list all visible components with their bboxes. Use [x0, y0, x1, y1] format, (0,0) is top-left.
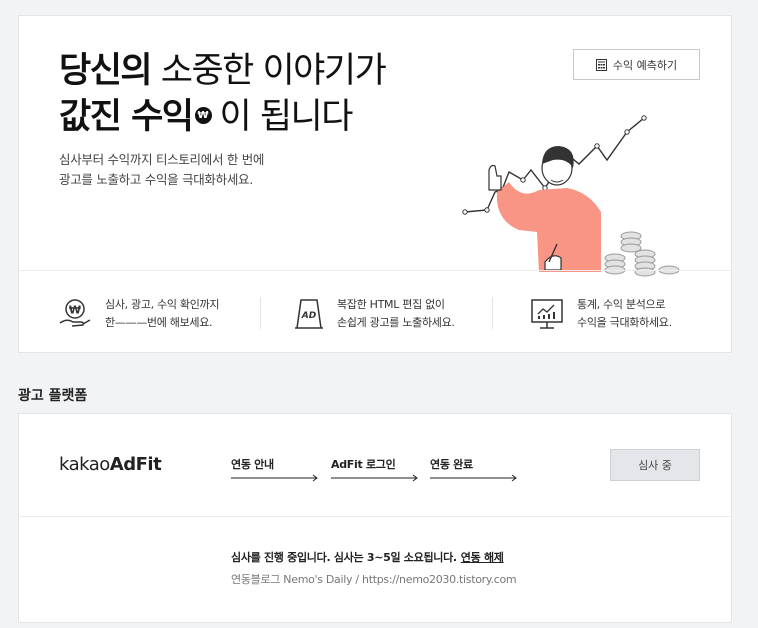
won-coin-icon: ₩ [194, 107, 212, 124]
calculator-icon [595, 58, 607, 71]
hand-coin-icon: ₩ [59, 299, 91, 327]
logo-kakao: kakao [59, 454, 110, 475]
feature-line: 한———번에 해보세요. [105, 316, 213, 329]
ad-board-text: AD [301, 311, 317, 321]
feature-line: 손쉽게 광고를 노출하세요. [337, 316, 455, 329]
hero-desc-line1: 심사부터 수익까지 티스토리에서 한 번에 [59, 152, 265, 167]
unlink-link[interactable]: 연동 해제 [461, 551, 504, 564]
kakao-adfit-logo: kakaoAdFit [59, 454, 162, 475]
status-text: 심사를 진행 중입니다. 심사는 3~5일 소요됩니다. [231, 551, 457, 564]
section-title-ad-platform: 광고 플랫폼 [18, 388, 88, 404]
feature-text: 심사, 광고, 수익 확인까지 한———번에 해보세요. [105, 296, 219, 332]
hero-divider [19, 270, 731, 271]
logo-adfit: AdFit [109, 454, 162, 475]
hero-title: 당신의 소중한 이야기가 값진 수익 ₩ 이 됩니다 [59, 48, 387, 140]
feature-line: 수익을 극대화하세요. [577, 316, 672, 329]
forecast-button[interactable]: 수익 예측하기 [573, 49, 700, 80]
feature-no-html: AD 복잡한 HTML 편집 없이 손쉽게 광고를 노출하세요. [289, 294, 455, 334]
feature-text: 통계, 수익 분석으로 수익을 극대화하세요. [577, 296, 672, 332]
step-arrow-icon [430, 474, 517, 482]
hero-desc-line2: 광고를 노출하고 수익을 극대화하세요. [59, 172, 253, 187]
monitor-chart-icon [531, 299, 563, 329]
hero-title-bold-2: 값진 수익 [59, 97, 194, 137]
feature-line: 통계, 수익 분석으로 [577, 298, 666, 311]
person-chart-illustration [462, 115, 680, 277]
feature-text: 복잡한 HTML 편집 없이 손쉽게 광고를 노출하세요. [337, 296, 455, 332]
platform-divider [19, 516, 731, 517]
linked-blog-info: 연동블로그 Nemo's Daily / https://nemo2030.ti… [231, 573, 517, 586]
hero-description: 심사부터 수익까지 티스토리에서 한 번에 광고를 노출하고 수익을 극대화하세… [59, 150, 264, 190]
review-status-message: 심사를 진행 중입니다. 심사는 3~5일 소요됩니다. 연동 해제 [231, 549, 504, 565]
hero-title-bold-1: 당신의 [59, 51, 153, 91]
step-arrow-icon [331, 474, 418, 482]
step-arrow-icon [231, 474, 318, 482]
hero-title-rest-2: 이 됩니다 [219, 97, 354, 137]
feature-analytics: 통계, 수익 분석으로 수익을 극대화하세요. [529, 294, 672, 334]
adfit-platform-card: kakaoAdFit 연동 안내 AdFit 로그인 연동 완료 심사 중 심사… [18, 413, 732, 623]
hero-title-rest-1: 소중한 이야기가 [160, 51, 387, 91]
step-link-guide: 연동 안내 [231, 458, 274, 471]
svg-text:₩: ₩ [69, 304, 81, 317]
feature-one-stop: ₩ 심사, 광고, 수익 확인까지 한———번에 해보세요. [57, 294, 219, 334]
hero-card: 당신의 소중한 이야기가 값진 수익 ₩ 이 됩니다 심사부터 수익까지 티스토리에… [18, 15, 732, 353]
ad-board-icon: AD [295, 299, 323, 329]
feature-separator [260, 297, 261, 329]
forecast-button-label: 수익 예측하기 [612, 58, 678, 72]
step-adfit-login: AdFit 로그인 [331, 458, 396, 471]
feature-line: 심사, 광고, 수익 확인까지 [105, 298, 220, 311]
feature-line: 복잡한 HTML 편집 없이 [337, 298, 445, 311]
step-link-complete: 연동 완료 [430, 458, 473, 471]
feature-separator [492, 297, 493, 329]
review-status-button[interactable]: 심사 중 [610, 449, 700, 481]
